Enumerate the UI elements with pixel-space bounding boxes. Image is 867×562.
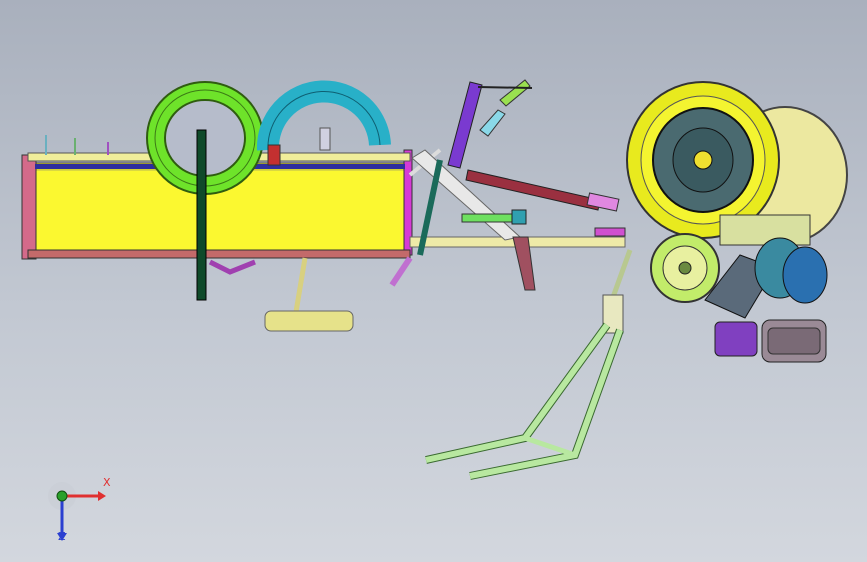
tie-strap[interactable]	[196, 129, 207, 301]
axle-support[interactable]	[208, 257, 354, 332]
z-axis-label: Z	[58, 530, 66, 543]
motor[interactable]	[704, 214, 828, 319]
coordinate-triad: X Z	[40, 476, 120, 548]
x-axis-label: X	[103, 476, 111, 489]
battery-box[interactable]	[714, 319, 827, 363]
drive-wheel[interactable]	[650, 233, 720, 303]
x-axis-arrowhead	[98, 491, 106, 501]
y-axis-dot	[56, 490, 68, 502]
cad-viewport[interactable]: X Z	[0, 0, 867, 562]
hydraulic-cylinder[interactable]	[461, 169, 626, 237]
assembly-model[interactable]	[0, 0, 867, 562]
hand-lever[interactable]	[447, 79, 533, 169]
